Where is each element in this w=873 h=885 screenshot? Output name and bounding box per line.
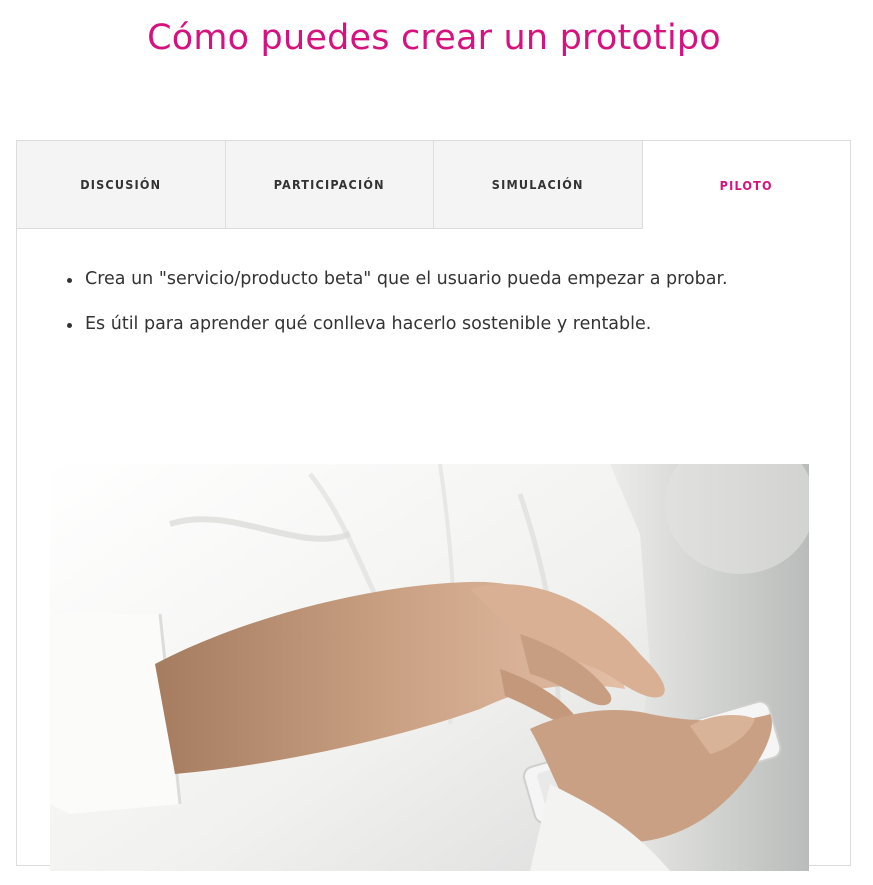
tab-label: DISCUSIÓN <box>80 177 162 192</box>
page: Cómo puedes crear un prototipo DISCUSIÓN… <box>0 0 873 885</box>
list-item: Crea un "servicio/producto beta" que el … <box>65 267 825 291</box>
tab-bar: DISCUSIÓN PARTICIPACIÓN SIMULACIÓN PILOT… <box>17 141 850 229</box>
photo-person-using-smartphone <box>50 464 809 871</box>
tab-card: DISCUSIÓN PARTICIPACIÓN SIMULACIÓN PILOT… <box>16 140 851 871</box>
tab-simulacion[interactable]: SIMULACIÓN <box>434 141 643 229</box>
tab-label: PILOTO <box>719 177 773 193</box>
photo-illustration <box>50 464 809 871</box>
page-title: Cómo puedes crear un prototipo <box>147 18 721 58</box>
tab-discusion[interactable]: DISCUSIÓN <box>17 141 226 229</box>
tab-participacion[interactable]: PARTICIPACIÓN <box>225 141 434 229</box>
tab-label: SIMULACIÓN <box>491 177 584 192</box>
bullet-list: Crea un "servicio/producto beta" que el … <box>65 267 825 357</box>
list-item: Es útil para aprender qué conlleva hacer… <box>65 312 825 336</box>
tab-label: PARTICIPACIÓN <box>273 177 385 192</box>
tab-piloto[interactable]: PILOTO <box>642 141 850 229</box>
